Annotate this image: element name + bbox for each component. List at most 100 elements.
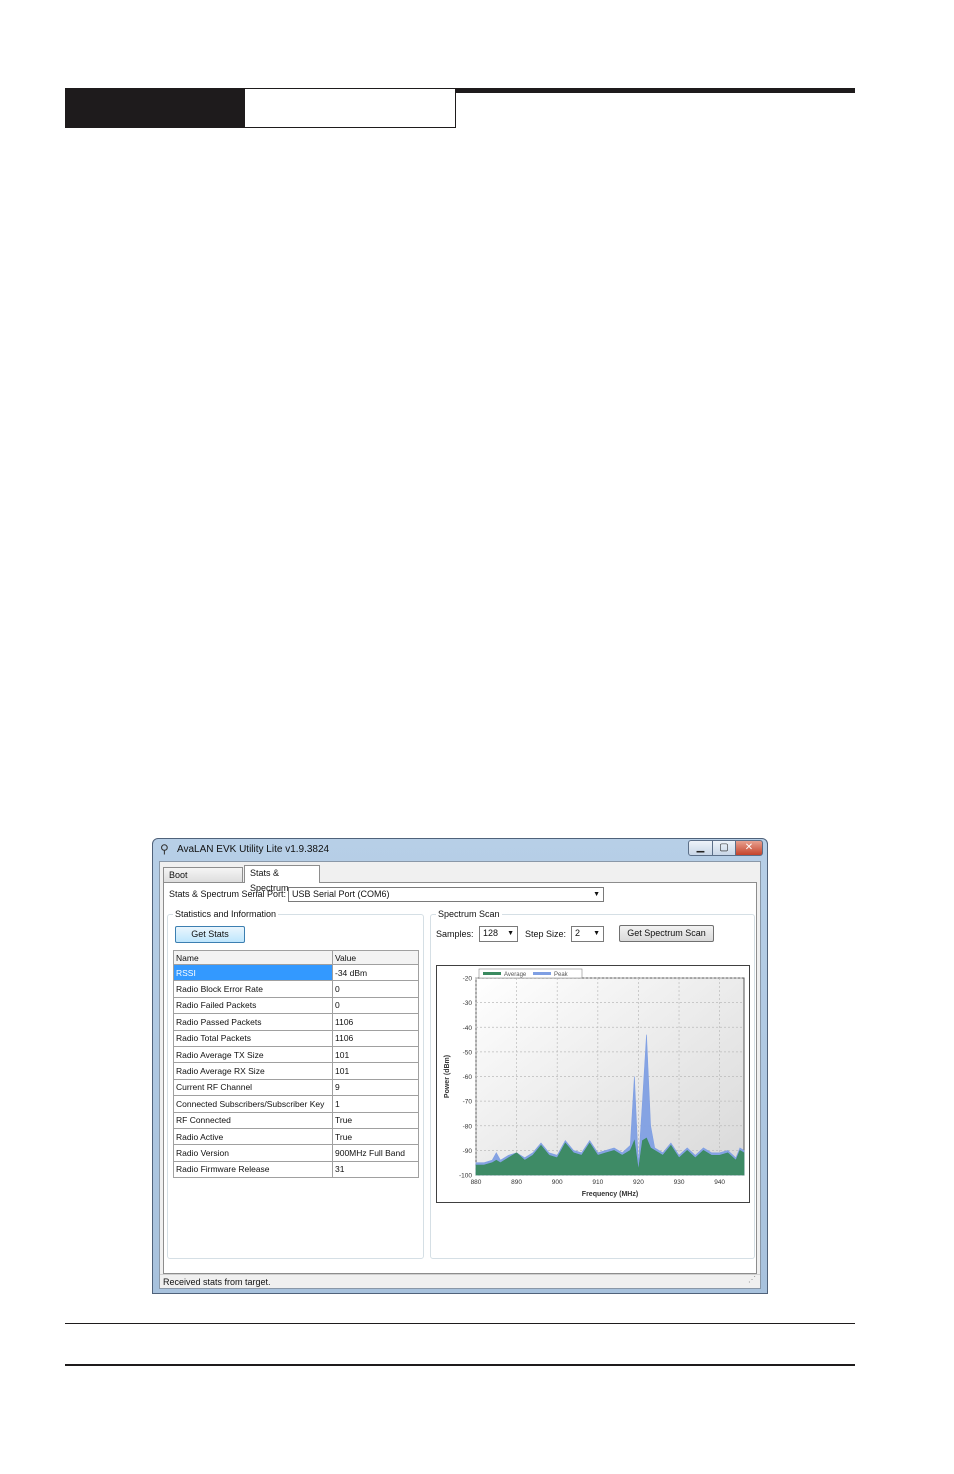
table-row[interactable]: Connected Subscribers/Subscriber Key 1 bbox=[173, 1095, 419, 1113]
window-title: AvaLAN EVK Utility Lite v1.9.3824 bbox=[177, 844, 330, 855]
table-row[interactable]: Radio Passed Packets 1106 bbox=[173, 1013, 419, 1031]
table-row[interactable]: Radio Total Packets 1106 bbox=[173, 1029, 419, 1047]
y-tick-label: -70 bbox=[463, 1099, 473, 1106]
resize-grip-icon[interactable]: ⋰ bbox=[748, 1273, 756, 1287]
row-value: 101 bbox=[332, 1062, 419, 1080]
table-row[interactable]: Radio Firmware Release 31 bbox=[173, 1160, 419, 1179]
row-name: RF Connected bbox=[173, 1111, 333, 1129]
row-name: Radio Active bbox=[173, 1127, 333, 1146]
row-value: True bbox=[332, 1127, 419, 1146]
step-size-value: 2 bbox=[575, 928, 581, 938]
chevron-down-icon: ▼ bbox=[507, 930, 514, 937]
row-value: 1106 bbox=[332, 1013, 419, 1031]
x-tick-label: 910 bbox=[592, 1179, 603, 1186]
table-row[interactable]: Current RF Channel 9 bbox=[173, 1078, 419, 1097]
y-tick-label: -60 bbox=[463, 1074, 473, 1081]
step-size-select[interactable]: 2 ▼ bbox=[571, 926, 604, 942]
row-name: Radio Average TX Size bbox=[173, 1045, 333, 1064]
header-white-block bbox=[245, 88, 456, 128]
app-icon: ⚲ bbox=[160, 842, 169, 856]
app-window: ⚲ AvaLAN EVK Utility Lite v1.9.3824 ▁ ▢ … bbox=[152, 838, 768, 1294]
table-row[interactable]: Radio Average RX Size 101 bbox=[173, 1062, 419, 1080]
row-value: 900MHz Full Band bbox=[332, 1144, 419, 1162]
maximize-button[interactable]: ▢ bbox=[712, 840, 736, 856]
row-value: 0 bbox=[332, 980, 419, 998]
header-black-block bbox=[65, 88, 246, 128]
samples-value: 128 bbox=[483, 928, 499, 938]
footer-rule-top bbox=[65, 1323, 855, 1324]
table-row[interactable]: Radio Version 900MHz Full Band bbox=[173, 1144, 419, 1162]
row-value: 1 bbox=[332, 1095, 419, 1113]
y-axis-label: Power (dBm) bbox=[444, 1055, 451, 1098]
row-value: True bbox=[332, 1111, 419, 1129]
row-name: Radio Block Error Rate bbox=[173, 980, 333, 998]
legend-label-average: Average bbox=[504, 972, 527, 978]
y-tick-label: -20 bbox=[463, 976, 473, 983]
spectrum-plot: -20-30-40-50-60-70-80-90-100880 890 900 910… bbox=[444, 968, 745, 1198]
x-tick-label: 900 bbox=[552, 1179, 563, 1186]
row-name: Radio Passed Packets bbox=[173, 1013, 333, 1031]
tab-boot-configuration[interactable]: Boot Configuration bbox=[163, 867, 243, 895]
close-icon: ✕ bbox=[744, 842, 754, 853]
row-name: Current RF Channel bbox=[173, 1078, 333, 1097]
window-client: Boot Configuration Stats & Spectrum Stat… bbox=[159, 861, 761, 1289]
get-stats-button[interactable]: Get Stats bbox=[175, 926, 245, 943]
x-axis-label: Frequency (MHz) bbox=[582, 1191, 638, 1198]
samples-select[interactable]: 128 ▼ bbox=[479, 926, 518, 942]
table-row[interactable]: Radio Failed Packets 0 bbox=[173, 996, 419, 1015]
spectrum-group-title: Spectrum Scan bbox=[436, 909, 502, 919]
row-value: 9 bbox=[332, 1078, 419, 1097]
statistics-group-title: Statistics and Information bbox=[173, 909, 279, 919]
get-spectrum-scan-button[interactable]: Get Spectrum Scan bbox=[619, 925, 714, 942]
legend-swatch-average bbox=[483, 972, 501, 975]
table-row[interactable]: RSSI -34 dBm bbox=[173, 963, 419, 982]
spectrum-group: Spectrum Scan Samples: 128 ▼ Step Size: … bbox=[430, 909, 755, 1259]
row-name: Radio Firmware Release bbox=[173, 1160, 333, 1179]
x-tick-label: 880 bbox=[471, 1179, 482, 1186]
title-bar[interactable]: ⚲ AvaLAN EVK Utility Lite v1.9.3824 ▁ ▢ … bbox=[153, 839, 767, 859]
x-tick-label: 920 bbox=[633, 1179, 644, 1186]
stats-spectrum-panel: Stats & Spectrum Serial Port: USB Serial… bbox=[163, 882, 757, 1274]
row-value: -34 dBm bbox=[332, 963, 419, 982]
tab-stats-spectrum[interactable]: Stats & Spectrum bbox=[244, 865, 320, 893]
stats-grid: Name Value RSSI -34 dBm Radio Block Error… bbox=[173, 950, 419, 1179]
x-tick-label: 930 bbox=[674, 1179, 685, 1186]
x-tick-label: 940 bbox=[714, 1179, 725, 1186]
header-rule bbox=[455, 88, 855, 93]
maximize-icon: ▢ bbox=[719, 842, 729, 853]
legend-swatch-peak bbox=[533, 972, 551, 975]
minimize-button[interactable]: ▁ bbox=[688, 840, 713, 856]
row-name: Radio Total Packets bbox=[173, 1029, 333, 1047]
serial-port-value: USB Serial Port (COM6) bbox=[292, 889, 390, 899]
y-tick-label: -30 bbox=[463, 1000, 473, 1007]
table-row[interactable]: RF Connected True bbox=[173, 1111, 419, 1129]
grid-header-row: Name Value bbox=[173, 950, 419, 965]
statistics-group: Statistics and Information Get Stats Nam… bbox=[167, 909, 424, 1259]
row-value: 31 bbox=[332, 1160, 419, 1179]
y-tick-label: -40 bbox=[463, 1025, 473, 1032]
column-header-value[interactable]: Value bbox=[332, 950, 419, 965]
samples-label: Samples: bbox=[436, 929, 474, 939]
y-tick-label: -50 bbox=[463, 1049, 473, 1056]
table-row[interactable]: Radio Block Error Rate 0 bbox=[173, 980, 419, 998]
step-size-label: Step Size: bbox=[525, 929, 567, 939]
close-button[interactable]: ✕ bbox=[735, 840, 763, 856]
status-bar: Received stats from target. ⋰ bbox=[160, 1274, 760, 1288]
row-name: Radio Failed Packets bbox=[173, 996, 333, 1015]
legend-label-peak: Peak bbox=[554, 972, 569, 978]
footer-rule-bottom bbox=[65, 1364, 855, 1366]
row-name: Connected Subscribers/Subscriber Key bbox=[173, 1095, 333, 1113]
y-tick-label: -90 bbox=[463, 1148, 473, 1155]
spectrum-chart: -20 -30 -40 -50 -60 -70 -80 -90 -100 880 890 900 910… bbox=[436, 965, 750, 1203]
x-tick-label: 890 bbox=[511, 1179, 522, 1186]
row-name: Radio Average RX Size bbox=[173, 1062, 333, 1080]
table-row[interactable]: Radio Average TX Size 101 bbox=[173, 1045, 419, 1064]
chevron-down-icon: ▼ bbox=[593, 891, 600, 898]
minimize-icon: ▁ bbox=[696, 842, 705, 853]
row-name: Radio Version bbox=[173, 1144, 333, 1162]
column-header-name[interactable]: Name bbox=[173, 950, 333, 965]
row-value: 0 bbox=[332, 996, 419, 1015]
chevron-down-icon: ▼ bbox=[593, 930, 600, 937]
table-row[interactable]: Radio Active True bbox=[173, 1127, 419, 1146]
serial-port-select[interactable]: USB Serial Port (COM6) ▼ bbox=[288, 887, 604, 902]
